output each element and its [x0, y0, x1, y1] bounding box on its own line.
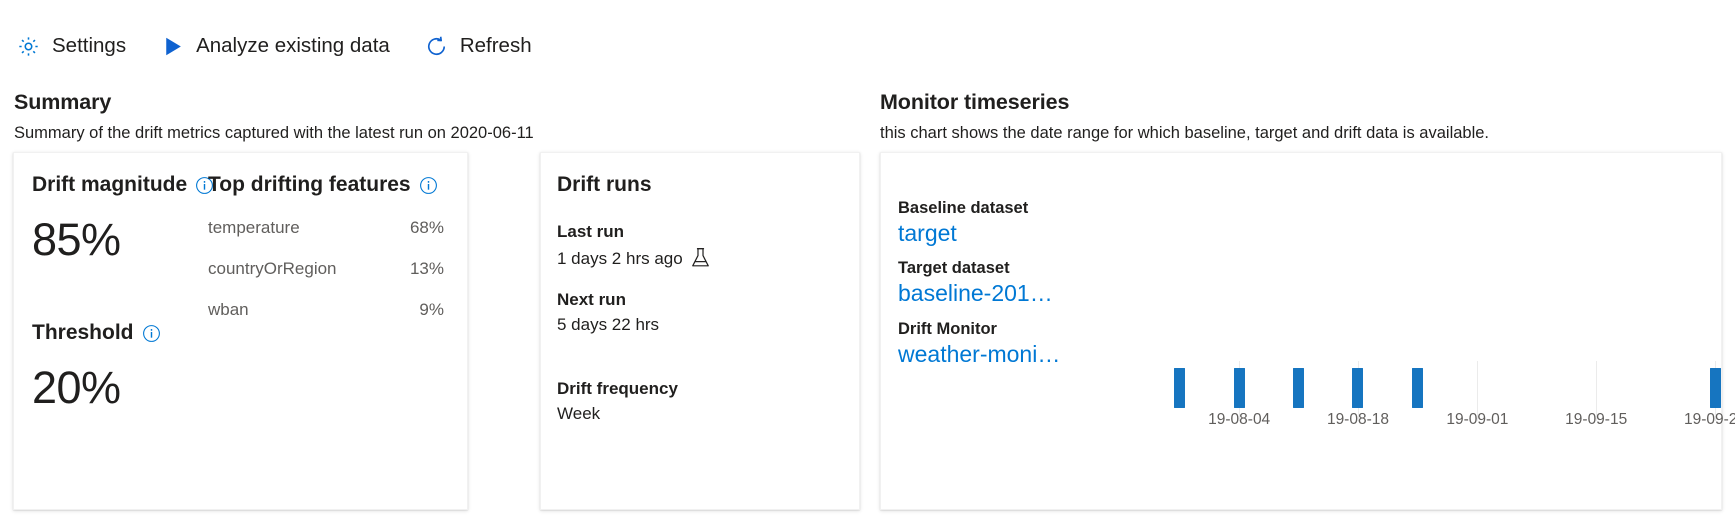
last-run-value: 1 days 2 hrs ago [557, 248, 683, 268]
info-icon[interactable] [142, 324, 161, 343]
list-item: wban 9% [208, 300, 458, 320]
drift-bar[interactable] [1233, 368, 1245, 408]
x-axis-tick-label: 19-09-01 [1446, 411, 1509, 428]
top-drifting-features-label: Top drifting features [208, 173, 411, 196]
drift-frequency-label: Drift frequency [557, 379, 678, 398]
x-axis-tick-label: 19-08-04 [1208, 411, 1271, 428]
drift-bar[interactable] [1412, 368, 1424, 408]
analyze-existing-data-button[interactable]: Analyze existing data [158, 32, 392, 61]
drift-bar[interactable] [1293, 368, 1305, 408]
last-run-label: Last run [557, 222, 625, 241]
legend-group-drift-monitor: Drift Monitor weather-moni… [898, 320, 1094, 369]
drift-monitor-link[interactable]: weather-moni… [898, 339, 1094, 369]
info-icon[interactable] [419, 176, 438, 195]
feature-name: temperature [208, 218, 300, 237]
timeseries-legend: Baseline dataset target Target dataset b… [898, 199, 1094, 380]
drift-bar[interactable] [1173, 368, 1185, 408]
summary-title: Summary [14, 90, 112, 114]
summary-card: Drift magnitude 85% Threshold 20% Top dr… [13, 152, 468, 510]
x-axis-tick-label: 19-08-18 [1326, 411, 1389, 428]
drift-magnitude-label: Drift magnitude [32, 173, 188, 196]
monitor-timeseries-title: Monitor timeseries [880, 90, 1070, 114]
drift-monitor-label: Drift Monitor [898, 319, 997, 338]
monitor-timeseries-card: Baseline dataset target Target dataset b… [880, 152, 1735, 510]
last-run-value-row: 1 days 2 hrs ago [557, 247, 847, 270]
refresh-button-label: Refresh [459, 34, 532, 58]
list-item: temperature 68% [208, 218, 458, 238]
x-axis-tick-label: 19-09-15 [1565, 411, 1628, 428]
next-run-label: Next run [557, 290, 626, 309]
top-drifting-features-header: Top drifting features [208, 173, 458, 197]
drift-magnitude-value: 85% [32, 214, 121, 265]
flask-icon[interactable] [690, 247, 711, 270]
next-run-value: 5 days 22 hrs [557, 315, 660, 334]
baseline-dataset-link[interactable]: target [898, 218, 1094, 248]
drift-frequency-value: Week [557, 404, 601, 423]
drift-magnitude-block: Drift magnitude 85% [32, 173, 214, 262]
analyze-existing-data-label: Analyze existing data [196, 34, 390, 58]
feature-name: countryOrRegion [208, 259, 337, 278]
drift-magnitude-header: Drift magnitude [32, 173, 214, 197]
refresh-button[interactable]: Refresh [422, 32, 534, 61]
feature-value: 9% [419, 300, 444, 319]
refresh-icon [424, 34, 449, 59]
settings-button-label: Settings [52, 34, 127, 58]
legend-group-target: Target dataset baseline-201… [898, 259, 1094, 308]
drift-runs-card: Drift runs Last run 1 days 2 hrs ago Nex… [540, 152, 860, 510]
threshold-value: 20% [32, 362, 121, 413]
drift-runs-title: Drift runs [557, 173, 652, 196]
drift-monitor-page: Settings Analyze existing data Refresh S… [0, 0, 1735, 516]
threshold-header: Threshold [32, 321, 161, 345]
threshold-block: Threshold 20% [32, 321, 161, 410]
x-axis-tick-label: 19-09-29 [1683, 411, 1735, 428]
drift-bar[interactable] [1352, 368, 1364, 408]
play-icon [160, 34, 185, 59]
drift-runs-content: Drift runs Last run 1 days 2 hrs ago Nex… [557, 173, 847, 424]
gear-icon [16, 34, 41, 59]
feature-name: wban [208, 300, 249, 319]
target-dataset-link[interactable]: baseline-201… [898, 278, 1094, 308]
target-dataset-label: Target dataset [898, 259, 1010, 278]
threshold-label: Threshold [32, 321, 134, 344]
monitor-timeseries-content: Baseline dataset target Target dataset b… [881, 153, 1735, 509]
command-toolbar: Settings Analyze existing data Refresh [14, 32, 534, 61]
legend-group-baseline: Baseline dataset target [898, 199, 1094, 248]
settings-button[interactable]: Settings [14, 32, 128, 61]
timeseries-plot[interactable]: 19-08-04 19-08-18 19-09-01 19-09-15 19-09-29 [1093, 193, 1735, 501]
drift-bar[interactable] [1709, 368, 1721, 408]
list-item: countryOrRegion 13% [208, 259, 458, 279]
summary-subtitle: Summary of the drift metrics captured wi… [14, 124, 534, 142]
monitor-timeseries-subtitle: this chart shows the date range for whic… [880, 124, 1490, 142]
feature-value: 68% [409, 218, 444, 237]
baseline-dataset-label: Baseline dataset [898, 199, 1029, 217]
feature-value: 13% [409, 259, 444, 278]
top-drifting-features-block: Top drifting features temperature 68% co… [208, 173, 458, 320]
